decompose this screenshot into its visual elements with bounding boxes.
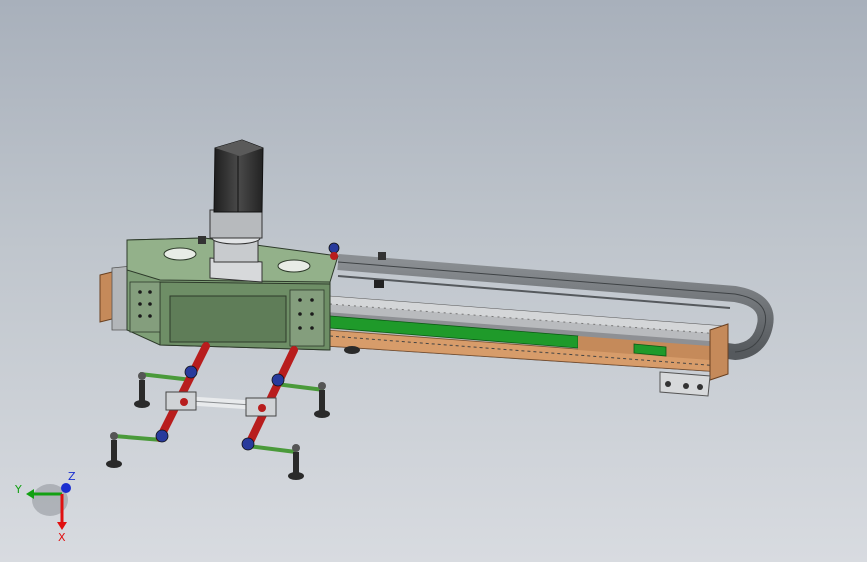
linear-rail: [325, 295, 723, 373]
stepper-motor: [209, 139, 264, 283]
z-axis-arrow: [61, 483, 71, 493]
leg-assembly: [106, 342, 330, 480]
y-axis-label: Y: [14, 483, 22, 496]
cad-viewport[interactable]: Y Z X: [0, 0, 867, 562]
z-axis-label: Z: [68, 470, 76, 483]
x-axis-label: X: [58, 531, 66, 544]
cad-model: Y Z X: [14, 139, 774, 544]
axis-triad: Y Z X: [14, 470, 76, 544]
